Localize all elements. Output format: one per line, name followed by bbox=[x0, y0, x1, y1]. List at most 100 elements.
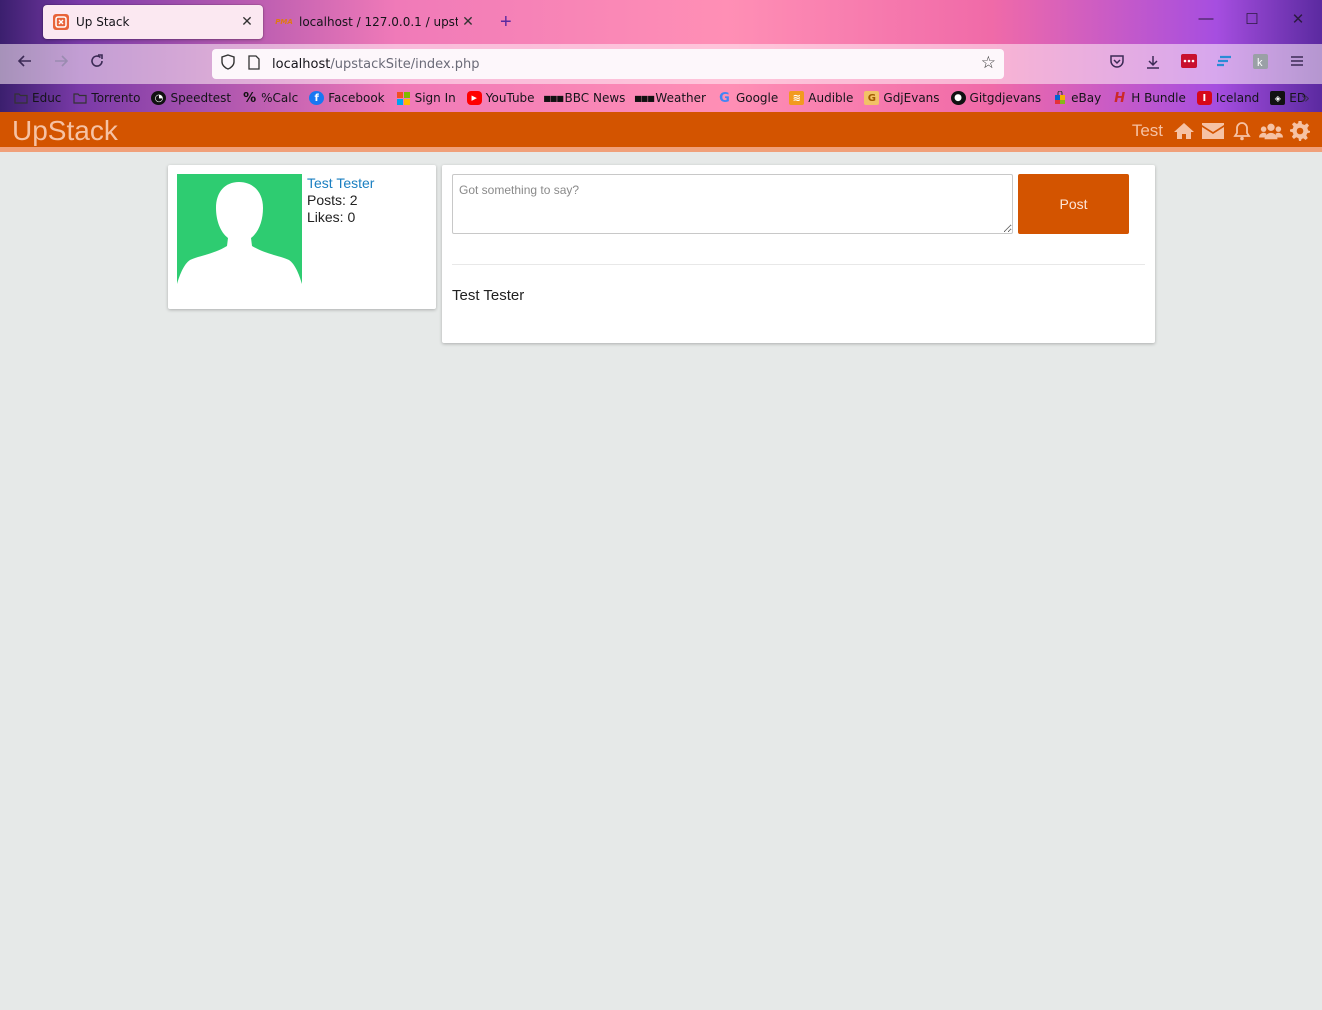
tab-strip: Up Stack ✕ PMA localhost / 127.0.0.1 / u… bbox=[0, 0, 1322, 44]
bookmark-sign-in[interactable]: Sign In bbox=[396, 91, 456, 105]
divider bbox=[452, 264, 1145, 265]
bookmark-ebay[interactable]: eBay bbox=[1052, 91, 1101, 105]
close-tab-icon[interactable]: ✕ bbox=[458, 14, 478, 30]
user-silhouette-icon bbox=[177, 182, 302, 292]
bookmark-audible[interactable]: ≋ Audible bbox=[789, 91, 853, 105]
header-nav: Test bbox=[1132, 120, 1312, 142]
bookmark-torrento[interactable]: Torrento bbox=[72, 91, 140, 105]
facebook-icon: f bbox=[309, 91, 325, 105]
youtube-icon: ▶ bbox=[466, 91, 482, 105]
lastpass-extension-icon[interactable] bbox=[1178, 54, 1200, 74]
bookmark-youtube[interactable]: ▶ YouTube bbox=[466, 91, 535, 105]
profile-name-link[interactable]: Test Tester bbox=[307, 175, 374, 192]
bookmark-weather[interactable]: ■■■ Weather bbox=[634, 91, 706, 105]
close-tab-icon[interactable]: ✕ bbox=[237, 14, 257, 30]
browser-chrome: Up Stack ✕ PMA localhost / 127.0.0.1 / u… bbox=[0, 0, 1322, 112]
bookmark-label: Facebook bbox=[328, 91, 385, 105]
bookmark-label: Iceland bbox=[1215, 91, 1260, 105]
close-window-icon[interactable]: ✕ bbox=[1283, 10, 1313, 28]
bookmark-label: Educ bbox=[32, 91, 62, 105]
bookmark-label: H Bundle bbox=[1131, 91, 1186, 105]
microsoft-icon bbox=[396, 91, 411, 105]
new-tab-icon[interactable]: + bbox=[500, 11, 512, 34]
folder-icon bbox=[13, 91, 28, 105]
forward-icon[interactable] bbox=[49, 53, 73, 75]
bookmark-facebook[interactable]: f Facebook bbox=[309, 91, 385, 105]
bookmark-label: Torrento bbox=[91, 91, 141, 105]
bookmark-label: %Calc bbox=[261, 91, 299, 105]
back-icon[interactable] bbox=[13, 53, 37, 75]
address-bar[interactable]: localhost/upstackSite/index.php ☆ bbox=[212, 49, 1004, 79]
bookmark-iceland[interactable]: I Iceland bbox=[1196, 91, 1260, 105]
tab-up-stack[interactable]: Up Stack ✕ bbox=[43, 5, 263, 39]
site-header: UpStack Test bbox=[0, 112, 1322, 152]
svg-text:k: k bbox=[1257, 57, 1263, 69]
bookmark-label: YouTube bbox=[485, 91, 535, 105]
users-icon[interactable] bbox=[1259, 120, 1283, 142]
pocket-icon[interactable] bbox=[1106, 54, 1128, 74]
tab-title: localhost / 127.0.0.1 / upstack / bbox=[299, 15, 458, 29]
post-button[interactable]: Post bbox=[1018, 174, 1129, 234]
page-info-icon[interactable] bbox=[244, 54, 264, 74]
speedtest-icon: ◔ bbox=[151, 91, 167, 105]
avatar[interactable] bbox=[177, 174, 302, 292]
ed-icon: ◈ bbox=[1270, 91, 1286, 105]
envelope-icon[interactable] bbox=[1201, 120, 1225, 142]
post-textarea[interactable] bbox=[452, 174, 1013, 234]
minimize-icon[interactable]: — bbox=[1191, 10, 1221, 27]
bookmark-label: eBay bbox=[1071, 91, 1102, 105]
bookmark-google[interactable]: G Google bbox=[717, 90, 778, 106]
home-icon[interactable] bbox=[1172, 120, 1196, 142]
post-author-name[interactable]: Test Tester bbox=[452, 287, 524, 304]
navigation-bar: localhost/upstackSite/index.php ☆ k bbox=[0, 44, 1322, 84]
profile-card: Test Tester Posts: 2 Likes: 0 bbox=[168, 165, 436, 309]
phpmyadmin-favicon-icon: PMA bbox=[275, 18, 293, 26]
bookmark-label: Sign In bbox=[414, 91, 456, 105]
extension-k-icon[interactable]: k bbox=[1249, 54, 1271, 74]
reload-icon[interactable] bbox=[85, 53, 109, 75]
site-logo[interactable]: UpStack bbox=[12, 115, 118, 147]
bookmark-star-icon[interactable]: ☆ bbox=[981, 53, 996, 73]
bookmark-label: Weather bbox=[655, 91, 706, 105]
maximize-icon[interactable]: ☐ bbox=[1237, 10, 1267, 28]
bell-icon[interactable] bbox=[1230, 120, 1254, 142]
bookmark-label: Gitgdjevans bbox=[969, 91, 1042, 105]
bookmark-h-bundle[interactable]: H H Bundle bbox=[1112, 90, 1186, 106]
shield-icon[interactable] bbox=[218, 54, 238, 74]
bookmark-label: BBC News bbox=[564, 91, 626, 105]
gear-icon[interactable] bbox=[1288, 120, 1312, 142]
url-host: localhost bbox=[272, 56, 331, 72]
iceland-icon: I bbox=[1196, 91, 1212, 105]
bookmark-speedtest[interactable]: ◔ Speedtest bbox=[151, 91, 231, 105]
profile-info: Test Tester Posts: 2 Likes: 0 bbox=[307, 175, 374, 226]
chevron-more-icon[interactable]: » bbox=[1301, 89, 1310, 107]
bbc-icon: ■■■ bbox=[543, 93, 564, 103]
like-count: Likes: 0 bbox=[307, 209, 356, 225]
bookmark-gitgdjevans[interactable]: ● Gitgdjevans bbox=[950, 91, 1042, 105]
tab-title: Up Stack bbox=[76, 15, 130, 29]
google-icon: G bbox=[719, 90, 730, 106]
humble-icon: H bbox=[1114, 90, 1126, 106]
bookmark-label: Speedtest bbox=[170, 91, 232, 105]
extension-stripes-icon[interactable] bbox=[1213, 54, 1235, 74]
ebay-icon bbox=[1052, 91, 1067, 105]
folder-icon bbox=[72, 91, 87, 105]
github-icon: ● bbox=[950, 91, 966, 105]
header-user-link[interactable]: Test bbox=[1132, 121, 1163, 141]
url-path: /upstackSite/index.php bbox=[330, 56, 480, 72]
bookmark-label: Audible bbox=[808, 91, 854, 105]
bookmark-educ[interactable]: Educ bbox=[13, 91, 61, 105]
feed-card: Post Test Tester bbox=[442, 165, 1155, 343]
bookmark-calc[interactable]: % %Calc bbox=[242, 90, 299, 106]
bookmark-bbc-news[interactable]: ■■■ BBC News bbox=[543, 91, 626, 105]
downloads-icon[interactable] bbox=[1142, 54, 1164, 74]
bookmarks-bar: Educ Torrento ◔ Speedtest % %Calc f Face… bbox=[0, 86, 1322, 110]
bbc-icon: ■■■ bbox=[634, 93, 655, 103]
bookmark-gdjevans[interactable]: G GdjEvans bbox=[864, 91, 940, 105]
percent-icon: % bbox=[243, 90, 257, 106]
bookmark-label: GdjEvans bbox=[883, 91, 940, 105]
tab-phpmyadmin[interactable]: PMA localhost / 127.0.0.1 / upstack / ✕ bbox=[272, 5, 484, 39]
menu-icon[interactable] bbox=[1286, 54, 1308, 74]
upstack-favicon-icon bbox=[53, 14, 69, 30]
g-icon: G bbox=[864, 91, 880, 105]
